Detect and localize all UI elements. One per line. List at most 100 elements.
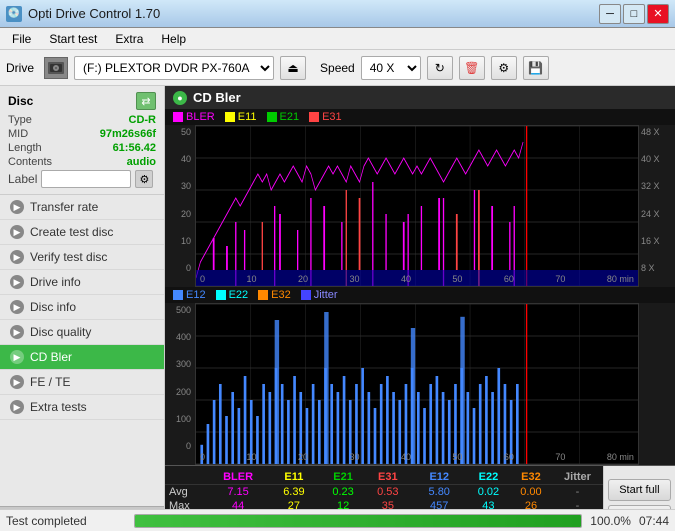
drive-select[interactable]: (F:) PLEXTOR DVDR PX-760A 1.07	[74, 56, 274, 80]
main-area: Disc ⇄ Type CD-R MID 97m26s66f Length 61…	[0, 86, 675, 531]
disc-contents-label: Contents	[8, 156, 52, 168]
disc-type-row: Type CD-R	[8, 114, 156, 126]
save-button[interactable]: 💾	[523, 56, 549, 80]
titlebar-left: 💿 Opti Drive Control 1.70	[6, 6, 160, 22]
legend-jitter-label: Jitter	[314, 289, 338, 301]
col-header-e22: E22	[467, 470, 510, 485]
col-header-e12: E12	[411, 470, 467, 485]
disc-length-label: Length	[8, 142, 42, 154]
col-header-bler: BLER	[210, 470, 266, 485]
legend-bler-label: BLER	[186, 111, 215, 123]
clear-button[interactable]: 🗑	[459, 56, 485, 80]
cd-bler-icon: ▶	[10, 350, 24, 364]
col-header-label	[165, 470, 210, 485]
disc-info-icon: ▶	[10, 300, 24, 314]
disc-label-input[interactable]	[41, 170, 131, 188]
row-avg-e22: 0.02	[467, 485, 510, 500]
chart-title-icon: ●	[173, 91, 187, 105]
row-avg-e12: 5.80	[411, 485, 467, 500]
col-header-e11: E11	[266, 470, 322, 485]
bottom-chart-wrapper: 500 400 300 200 100 0	[165, 303, 675, 465]
disc-refresh-button[interactable]: ⇄	[136, 92, 156, 110]
verify-test-disc-icon: ▶	[10, 250, 24, 264]
left-panel: Disc ⇄ Type CD-R MID 97m26s66f Length 61…	[0, 86, 165, 531]
disc-quality-icon: ▶	[10, 325, 24, 339]
fe-te-icon: ▶	[10, 375, 24, 389]
top-chart-y-axis: 50 40 30 20 10 0	[165, 125, 195, 287]
disc-label-label: Label	[8, 172, 37, 186]
speed-select[interactable]: 40 X	[361, 56, 421, 80]
sidebar-item-disc-info[interactable]: ▶ Disc info	[0, 295, 164, 320]
legend-e22-label: E22	[229, 289, 249, 301]
legend-e11: E11	[225, 111, 257, 123]
app-title: Opti Drive Control 1.70	[28, 6, 160, 21]
sidebar-item-verify-test-disc[interactable]: ▶ Verify test disc	[0, 245, 164, 270]
create-test-disc-icon: ▶	[10, 225, 24, 239]
maximize-button[interactable]: □	[623, 4, 645, 24]
settings-button[interactable]: ⚙	[491, 56, 517, 80]
bottom-chart-area: 0 10 20 30 40 50 60 70 80 min	[195, 303, 639, 465]
sidebar-item-disc-quality[interactable]: ▶ Disc quality	[0, 320, 164, 345]
eject-button[interactable]: ⏏	[280, 56, 306, 80]
extra-tests-label: Extra tests	[30, 400, 87, 414]
disc-contents-value: audio	[127, 156, 156, 168]
transfer-rate-label: Transfer rate	[30, 200, 98, 214]
fe-te-label: FE / TE	[30, 375, 70, 389]
status-text: Test completed	[6, 514, 126, 528]
top-chart-wrapper: 50 40 30 20 10 0	[165, 125, 675, 287]
row-avg-e31: 0.53	[364, 485, 411, 500]
chart-title-bar: ● CD Bler	[165, 86, 675, 109]
disc-quality-label: Disc quality	[30, 325, 91, 339]
menu-help[interactable]: Help	[153, 30, 194, 48]
sidebar-item-cd-bler[interactable]: ▶ CD Bler	[0, 345, 164, 370]
right-panel: ● CD Bler BLER E11 E21 E31	[165, 86, 675, 531]
legend-bler: BLER	[173, 111, 215, 123]
transfer-rate-icon: ▶	[10, 200, 24, 214]
top-chart-area: 0 10 20 30 40 50 60 70 80 min	[195, 125, 639, 287]
sidebar-nav: ▶ Transfer rate ▶ Create test disc ▶ Ver…	[0, 195, 164, 506]
disc-type-value: CD-R	[129, 114, 157, 126]
chart-title: CD Bler	[193, 90, 241, 105]
legend-e12: E12	[173, 289, 206, 301]
minimize-button[interactable]: ─	[599, 4, 621, 24]
window-controls: ─ □ ✕	[599, 4, 669, 24]
legend-e11-label: E11	[238, 111, 257, 123]
sidebar-item-transfer-rate[interactable]: ▶ Transfer rate	[0, 195, 164, 220]
top-chart-legend: BLER E11 E21 E31	[165, 109, 675, 125]
refresh-button[interactable]: ↻	[427, 56, 453, 80]
disc-mid-label: MID	[8, 128, 28, 140]
disc-section-title: Disc	[8, 94, 33, 108]
menu-extra[interactable]: Extra	[107, 30, 151, 48]
start-full-button[interactable]: Start full	[608, 479, 671, 501]
legend-e12-label: E12	[186, 289, 206, 301]
col-header-e32: E32	[510, 470, 553, 485]
top-chart-x-axis: 0 10 20 30 40 50 60 70 80 min	[196, 274, 638, 284]
drive-info-label: Drive info	[30, 275, 81, 289]
table-header-row: BLER E11 E21 E31 E12 E22 E32 Jitter	[165, 470, 603, 485]
disc-label-row: Label ⚙	[8, 170, 156, 188]
app-icon: 💿	[6, 6, 22, 22]
disc-length-value: 61:56.42	[113, 142, 156, 154]
legend-e32: E32	[258, 289, 291, 301]
menu-file[interactable]: File	[4, 30, 39, 48]
disc-contents-row: Contents audio	[8, 156, 156, 168]
legend-e21-label: E21	[280, 111, 300, 123]
sidebar-item-fe-te[interactable]: ▶ FE / TE	[0, 370, 164, 395]
sidebar-item-create-test-disc[interactable]: ▶ Create test disc	[0, 220, 164, 245]
row-avg-e11: 6.39	[266, 485, 322, 500]
menu-start-test[interactable]: Start test	[41, 30, 105, 48]
disc-mid-value: 97m26s66f	[100, 128, 156, 140]
drive-label: Drive	[6, 61, 34, 75]
bottom-chart-y-axis: 500 400 300 200 100 0	[165, 303, 195, 465]
sidebar-item-extra-tests[interactable]: ▶ Extra tests	[0, 395, 164, 420]
progress-bar-container	[134, 514, 582, 528]
disc-header: Disc ⇄	[8, 92, 156, 110]
disc-info-panel: Disc ⇄ Type CD-R MID 97m26s66f Length 61…	[0, 86, 164, 195]
sidebar-item-drive-info[interactable]: ▶ Drive info	[0, 270, 164, 295]
close-button[interactable]: ✕	[647, 4, 669, 24]
label-edit-button[interactable]: ⚙	[135, 170, 153, 188]
row-avg-bler: 7.15	[210, 485, 266, 500]
extra-tests-icon: ▶	[10, 400, 24, 414]
legend-e31: E31	[309, 111, 342, 123]
drive-info-icon: ▶	[10, 275, 24, 289]
